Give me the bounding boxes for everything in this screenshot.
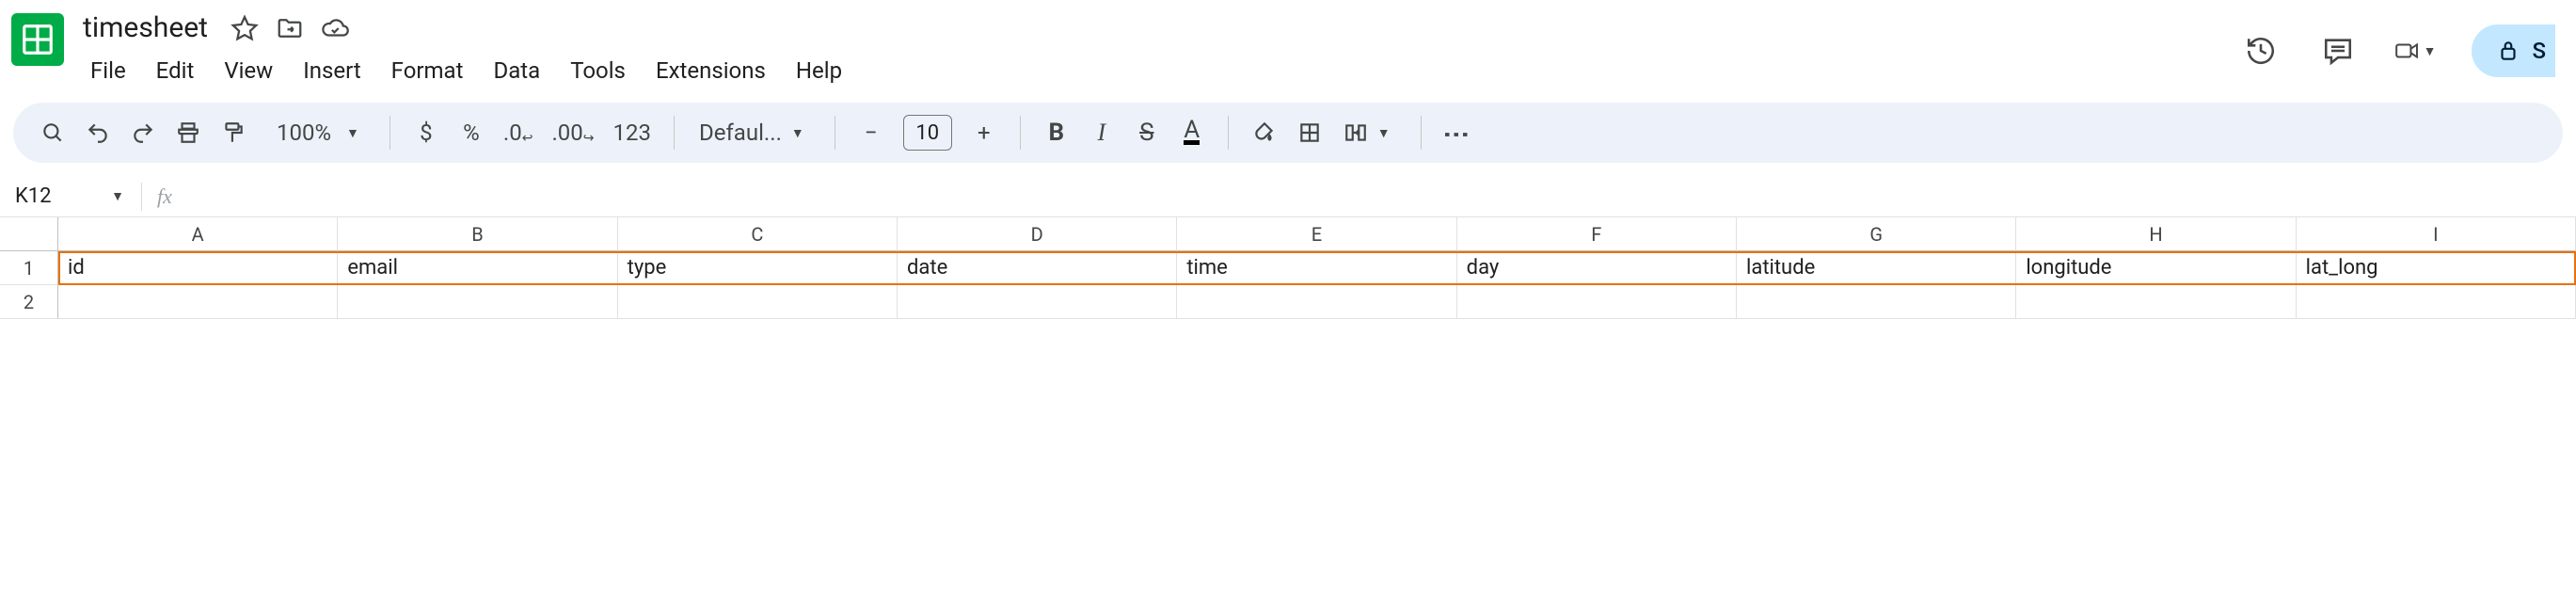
fill-color-button[interactable]: [1246, 112, 1283, 153]
col-header-F[interactable]: F: [1457, 217, 1737, 251]
caret-down-icon: ▼: [105, 188, 130, 204]
share-button[interactable]: S: [2472, 24, 2555, 77]
caret-down-icon: ▼: [786, 125, 810, 141]
fontsize-input[interactable]: 10: [903, 115, 952, 151]
cell-H2[interactable]: [2016, 285, 2296, 319]
divider: [1228, 116, 1229, 150]
fx-label: fx: [142, 184, 187, 209]
decrease-decimal-button[interactable]: .0↩: [498, 112, 539, 153]
divider: [674, 116, 675, 150]
menu-tools[interactable]: Tools: [557, 52, 639, 89]
cell-B2[interactable]: [338, 285, 617, 319]
text-color-button[interactable]: A: [1173, 112, 1211, 153]
cell-F2[interactable]: [1457, 285, 1737, 319]
bold-button[interactable]: B: [1038, 112, 1075, 153]
spreadsheet-grid[interactable]: A B C D E F G H I 1 id email type date t…: [0, 217, 2576, 319]
divider: [1421, 116, 1422, 150]
cell-F1[interactable]: day: [1457, 251, 1737, 285]
cell-H1[interactable]: longitude: [2016, 251, 2296, 285]
borders-button[interactable]: [1291, 112, 1328, 153]
menu-data[interactable]: Data: [480, 52, 553, 89]
divider: [1020, 116, 1021, 150]
number-format-button[interactable]: 123: [608, 112, 657, 153]
cell-E2[interactable]: [1177, 285, 1456, 319]
move-folder-icon[interactable]: [276, 14, 304, 42]
cell-B1[interactable]: email: [338, 251, 617, 285]
row-header-1[interactable]: 1: [0, 251, 58, 285]
sheets-logo[interactable]: [11, 13, 64, 66]
menu-edit[interactable]: Edit: [143, 52, 208, 89]
name-box[interactable]: K12 ▼: [0, 184, 141, 208]
cell-D1[interactable]: date: [898, 251, 1177, 285]
col-header-G[interactable]: G: [1737, 217, 2016, 251]
more-button[interactable]: ⋮: [1439, 112, 1476, 153]
cell-I2[interactable]: [2297, 285, 2576, 319]
name-box-value: K12: [15, 184, 52, 208]
font-dropdown[interactable]: Defaul... ▼: [692, 112, 818, 153]
undo-button[interactable]: [79, 112, 117, 153]
col-header-A[interactable]: A: [58, 217, 338, 251]
cell-D2[interactable]: [898, 285, 1177, 319]
cell-I1[interactable]: lat_long: [2297, 251, 2576, 285]
menu-file[interactable]: File: [77, 52, 139, 89]
col-header-E[interactable]: E: [1177, 217, 1456, 251]
strikethrough-button[interactable]: S: [1128, 112, 1166, 153]
italic-button[interactable]: I: [1083, 112, 1121, 153]
font-name: Defaul...: [699, 120, 782, 146]
share-label: S: [2532, 38, 2546, 64]
cloud-saved-icon[interactable]: [321, 14, 349, 42]
caret-down-icon: ▼: [1372, 125, 1396, 141]
comments-icon[interactable]: [2317, 30, 2359, 72]
history-icon[interactable]: [2240, 30, 2282, 72]
menu-insert[interactable]: Insert: [290, 52, 374, 89]
col-header-H[interactable]: H: [2016, 217, 2296, 251]
col-header-B[interactable]: B: [338, 217, 617, 251]
merge-cells-button[interactable]: ▼: [1336, 112, 1404, 153]
cell-A2[interactable]: [58, 285, 338, 319]
paint-format-button[interactable]: [215, 112, 252, 153]
toolbar: 100% ▼ $ % .0↩ .00↪ 123 Defaul... ▼ − 10…: [13, 103, 2563, 163]
document-title[interactable]: timesheet: [77, 9, 214, 46]
cell-C1[interactable]: type: [618, 251, 898, 285]
percent-button[interactable]: %: [453, 112, 490, 153]
row-header-2[interactable]: 2: [0, 285, 58, 319]
cell-G2[interactable]: [1737, 285, 2016, 319]
decrease-fontsize-button[interactable]: −: [852, 112, 890, 153]
star-icon[interactable]: [231, 14, 259, 42]
menu-format[interactable]: Format: [378, 52, 477, 89]
menu-help[interactable]: Help: [783, 52, 855, 89]
zoom-value: 100%: [267, 120, 337, 146]
formula-input[interactable]: [187, 176, 2576, 216]
caret-down-icon: ▼: [341, 125, 365, 141]
cell-C2[interactable]: [618, 285, 898, 319]
col-header-C[interactable]: C: [618, 217, 898, 251]
redo-button[interactable]: [124, 112, 162, 153]
search-icon[interactable]: [34, 112, 72, 153]
menu-extensions[interactable]: Extensions: [643, 52, 779, 89]
caret-down-icon: ▼: [2424, 43, 2437, 59]
menu-view[interactable]: View: [211, 52, 286, 89]
cell-E1[interactable]: time: [1177, 251, 1456, 285]
cell-G1[interactable]: latitude: [1737, 251, 2016, 285]
select-all-corner[interactable]: [0, 217, 58, 251]
meet-button[interactable]: ▼: [2394, 30, 2436, 72]
col-header-D[interactable]: D: [898, 217, 1177, 251]
increase-decimal-button[interactable]: .00↪: [546, 112, 599, 153]
zoom-dropdown[interactable]: 100% ▼: [260, 112, 373, 153]
cell-A1[interactable]: id: [58, 251, 338, 285]
col-header-I[interactable]: I: [2297, 217, 2576, 251]
menu-bar: File Edit View Insert Format Data Tools …: [77, 52, 2240, 89]
print-button[interactable]: [169, 112, 207, 153]
increase-fontsize-button[interactable]: +: [965, 112, 1003, 153]
currency-button[interactable]: $: [407, 112, 445, 153]
